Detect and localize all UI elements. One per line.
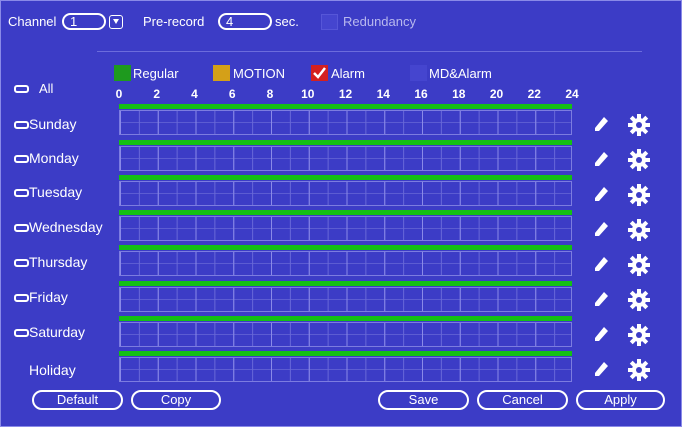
hour-tick: 12 (338, 87, 353, 101)
legend-alarm-label: Alarm (331, 66, 365, 81)
day-select-icon[interactable] (14, 294, 29, 302)
checkmark-icon (313, 67, 326, 79)
gear-icon[interactable] (627, 253, 651, 277)
day-label-saturday: Saturday (29, 324, 86, 340)
copy-button[interactable]: Copy (131, 390, 221, 410)
schedule-grid-friday[interactable] (119, 287, 572, 312)
hour-tick: 4 (191, 87, 198, 101)
hour-tick: 0 (115, 87, 123, 101)
pencil-icon[interactable] (592, 255, 610, 273)
day-label-holiday: Holiday (29, 362, 76, 378)
gear-icon[interactable] (627, 288, 651, 312)
day-select-icon[interactable] (14, 121, 29, 129)
hour-tick: 16 (414, 87, 428, 101)
hour-tick: 22 (527, 87, 541, 101)
schedule-grid-sunday[interactable] (119, 110, 572, 135)
schedule-bar-monday (119, 140, 572, 145)
day-select-icon[interactable] (14, 189, 29, 197)
redundancy-checkbox[interactable] (321, 14, 338, 30)
pencil-icon[interactable] (592, 220, 610, 238)
gear-icon[interactable] (627, 148, 651, 172)
hour-tick: 8 (266, 87, 274, 101)
schedule-bar-sunday (119, 104, 572, 109)
schedule-grid-thursday[interactable] (119, 251, 572, 276)
schedule-bar-saturday (119, 316, 572, 321)
legend-mdalarm-swatch[interactable] (410, 65, 427, 81)
pencil-icon[interactable] (592, 360, 610, 378)
channel-select[interactable]: 1 (62, 13, 106, 30)
pencil-icon[interactable] (592, 290, 610, 308)
default-button[interactable]: Default (32, 390, 123, 410)
schedule-bar-holiday (119, 351, 572, 356)
hour-tick: 14 (376, 87, 390, 101)
save-button[interactable]: Save (378, 390, 469, 410)
gear-icon[interactable] (627, 218, 651, 242)
prerecord-label: Pre-record (143, 14, 205, 29)
day-label-wednesday: Wednesday (29, 219, 103, 235)
schedule-bar-thursday (119, 245, 572, 250)
hour-tick: 6 (228, 87, 236, 101)
day-label-friday: Friday (29, 289, 68, 305)
all-label: All (39, 81, 54, 96)
legend-mdalarm-label: MD&Alarm (429, 66, 492, 81)
day-select-icon[interactable] (14, 259, 29, 267)
hour-tick: 2 (153, 87, 161, 101)
prerecord-input[interactable]: 4 (218, 13, 272, 30)
hour-tick: 20 (489, 87, 504, 101)
channel-value: 1 (70, 14, 78, 29)
apply-button[interactable]: Apply (576, 390, 665, 410)
redundancy-label: Redundancy (343, 14, 416, 29)
legend-motion-label: MOTION (233, 66, 285, 81)
day-label-sunday: Sunday (29, 116, 77, 132)
day-label-monday: Monday (29, 150, 79, 166)
day-select-icon[interactable] (14, 155, 29, 163)
schedule-grid-holiday[interactable] (119, 357, 572, 382)
legend-motion-swatch[interactable] (213, 65, 230, 81)
hour-tick: 24 (565, 87, 579, 101)
all-select-icon[interactable] (14, 85, 29, 93)
record-schedule-window: Channel 1 Pre-record 4 sec. Redundancy R… (0, 0, 682, 427)
schedule-bar-friday (119, 281, 572, 286)
schedule-grid-wednesday[interactable] (119, 216, 572, 241)
legend-regular-swatch[interactable] (114, 65, 131, 81)
prerecord-value: 4 (226, 14, 234, 29)
hour-tick: 10 (301, 87, 315, 101)
divider (97, 51, 642, 52)
gear-icon[interactable] (627, 323, 651, 347)
chevron-down-icon[interactable] (109, 15, 123, 29)
channel-label: Channel (8, 14, 57, 29)
gear-icon[interactable] (627, 113, 651, 137)
cancel-button[interactable]: Cancel (477, 390, 568, 410)
day-label-tuesday: Tuesday (29, 184, 83, 200)
pencil-icon[interactable] (592, 325, 610, 343)
gear-icon[interactable] (627, 358, 651, 382)
legend-alarm-checkbox[interactable] (311, 65, 328, 81)
schedule-bar-tuesday (119, 175, 572, 180)
sec-label: sec. (275, 14, 299, 29)
pencil-icon[interactable] (592, 150, 610, 168)
legend-regular-label: Regular (133, 66, 179, 81)
pencil-icon[interactable] (592, 115, 610, 133)
schedule-grid-tuesday[interactable] (119, 181, 572, 206)
pencil-icon[interactable] (592, 185, 610, 203)
hour-tick: 18 (452, 87, 466, 101)
schedule-grid-monday[interactable] (119, 146, 572, 171)
day-label-thursday: Thursday (29, 254, 88, 270)
gear-icon[interactable] (627, 183, 651, 207)
schedule-bar-wednesday (119, 210, 572, 215)
day-select-icon[interactable] (14, 224, 29, 232)
schedule-grid-saturday[interactable] (119, 322, 572, 347)
day-select-icon[interactable] (14, 329, 29, 337)
